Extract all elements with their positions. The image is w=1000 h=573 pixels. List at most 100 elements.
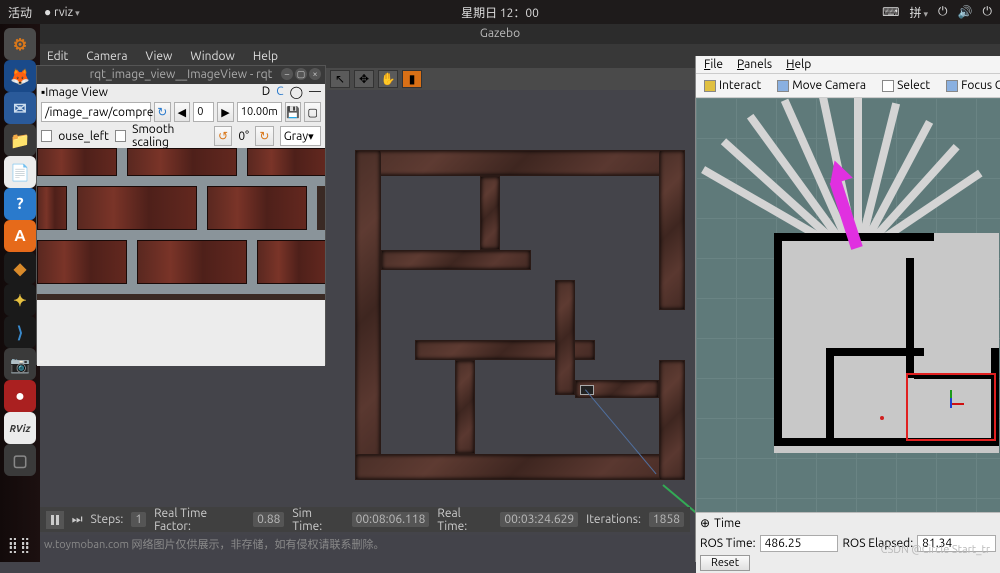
dock-min-icon[interactable]: — xyxy=(309,85,321,99)
watermark-toymoban: w.toymoban.com 网络图片仅供展示，非存储，如有侵权请联系删除。 xyxy=(44,536,384,552)
interact-icon xyxy=(704,80,716,92)
move-tool-icon[interactable]: ✥ xyxy=(354,70,374,88)
next-button[interactable]: ▶ xyxy=(217,102,234,122)
gazebo-title: Gazebo xyxy=(0,24,1000,44)
simtime-value: 00:08:06.118 xyxy=(352,512,430,527)
launcher-thunderbird[interactable]: ✉ xyxy=(4,92,36,124)
launcher-ros[interactable]: ✦ xyxy=(4,284,36,316)
colormap-combo[interactable]: Gray▾ xyxy=(280,126,321,146)
expand-icon[interactable]: ⊕ xyxy=(700,516,710,530)
rostime-field[interactable]: 486.25 xyxy=(760,535,839,552)
launcher-camera[interactable]: 📷 xyxy=(4,348,36,380)
hand-tool-icon[interactable]: ✋ xyxy=(378,70,398,88)
rviz-toolbar: Interact Move Camera Select Focus Camera… xyxy=(696,74,1000,98)
launcher-help[interactable]: ? xyxy=(4,188,36,220)
menu-view[interactable]: View xyxy=(146,50,173,63)
select-icon xyxy=(882,80,894,92)
iv-titlebar[interactable]: rqt_image_view__ImageView - rqt – ▢ × xyxy=(37,66,325,84)
minimize-icon[interactable]: – xyxy=(281,68,293,80)
time-header: Time xyxy=(714,517,741,530)
iv-padding xyxy=(37,300,325,366)
dock-d-icon[interactable]: D xyxy=(262,85,270,99)
realtime-value: 00:03:24.629 xyxy=(500,512,578,527)
topic-combo[interactable]: /image_raw/compre:▾ xyxy=(41,102,151,122)
image-view-window: rqt_image_view__ImageView - rqt – ▢ × ▪I… xyxy=(36,65,326,365)
dock-c-icon[interactable]: C xyxy=(276,85,283,99)
launcher-settings[interactable]: ⚙ xyxy=(4,28,36,60)
launcher-rviz[interactable]: RViz xyxy=(4,412,36,444)
launcher-firefox[interactable]: 🦊 xyxy=(4,60,36,92)
step-icon[interactable]: ⏭ xyxy=(72,513,83,527)
refresh-button[interactable]: ↻ xyxy=(154,102,171,122)
watermark-csdn: CSDN @Circle Start_tr xyxy=(881,544,990,556)
ime-indicator[interactable]: 拼▾ xyxy=(910,4,929,21)
clock[interactable]: 星期日 12：00 xyxy=(461,4,539,21)
robot-model xyxy=(941,398,961,410)
launcher-vscode[interactable]: ⟩ xyxy=(4,316,36,348)
close-icon[interactable]: × xyxy=(309,68,321,80)
activities-button[interactable]: 活动 xyxy=(8,4,32,21)
maximize-icon[interactable]: ▢ xyxy=(295,68,307,80)
reset-button[interactable]: Reset xyxy=(700,555,750,571)
network-icon[interactable]: ⏻ xyxy=(938,5,948,19)
launcher-software[interactable]: A xyxy=(4,220,36,252)
smooth-label: Smooth scaling xyxy=(132,123,208,149)
rtf-value: 0.88 xyxy=(253,512,284,527)
steps-label: Steps: xyxy=(91,513,124,526)
launcher-gazebo[interactable]: ◆ xyxy=(4,252,36,284)
rotate-ccw-button[interactable]: ↺ xyxy=(214,126,233,146)
menu-window[interactable]: Window xyxy=(190,50,234,63)
dist-field[interactable]: 10.00m xyxy=(237,102,282,122)
rtf-label: Real Time Factor: xyxy=(154,507,245,533)
mouse-left-label: ouse_left xyxy=(58,130,109,143)
arrow-tool-icon[interactable]: ↖ xyxy=(330,70,350,88)
light-tool-icon[interactable]: ▮ xyxy=(402,70,422,88)
rostime-label: ROS Time: xyxy=(700,537,756,550)
iv-header: ▪Image View D C ◯ — xyxy=(37,84,325,100)
keyboard-icon[interactable]: ⌨ xyxy=(882,5,899,19)
simtime-label: Sim Time: xyxy=(292,507,343,533)
rviz-menu-help[interactable]: Help xyxy=(786,58,811,71)
folder-icon[interactable]: ▢ xyxy=(304,102,321,122)
camera-image xyxy=(37,148,325,300)
launcher-dock: ⚙🦊✉📁📄?A◆✦⟩📷●RViz▢ ⠿⠿⠿⠿ xyxy=(0,24,40,562)
rotate-cw-button[interactable]: ↻ xyxy=(255,126,274,146)
launcher-record[interactable]: ● xyxy=(4,380,36,412)
pause-button[interactable] xyxy=(46,511,64,529)
save-icon[interactable]: 💾 xyxy=(285,102,302,122)
focus-camera-tool[interactable]: Focus Camera xyxy=(942,79,1000,92)
interact-tool[interactable]: Interact xyxy=(700,79,765,92)
power-icon[interactable]: ⏻ xyxy=(983,5,993,19)
move-camera-icon xyxy=(777,80,789,92)
rviz-menubar: File Panels Help xyxy=(696,56,1000,74)
num-field[interactable]: 0 xyxy=(193,102,214,122)
deg-label: 0° xyxy=(238,130,249,143)
rviz-menu-file[interactable]: File xyxy=(704,58,723,71)
app-indicator[interactable]: ● rviz▾ xyxy=(44,5,80,19)
launcher-terminal[interactable]: ▢ xyxy=(4,444,36,476)
smooth-checkbox[interactable] xyxy=(115,130,126,142)
select-tool[interactable]: Select xyxy=(878,79,934,92)
apps-grid-icon[interactable]: ⠿⠿⠿⠿ xyxy=(8,542,33,552)
iter-label: Iterations: xyxy=(586,513,641,526)
focus-icon xyxy=(946,80,958,92)
dock-o-icon[interactable]: ◯ xyxy=(290,85,303,99)
menu-help[interactable]: Help xyxy=(253,50,278,63)
rviz-window: File Panels Help Interact Move Camera Se… xyxy=(695,56,1000,562)
mouse-left-checkbox[interactable] xyxy=(41,130,52,142)
volume-icon[interactable]: 🔊 xyxy=(958,5,973,19)
gazebo-statusbar: ⏭ Steps: 1 Real Time Factor: 0.88 Sim Ti… xyxy=(40,507,690,532)
move-camera-tool[interactable]: Move Camera xyxy=(773,79,870,92)
iv-toolbar-2: ouse_left Smooth scaling ↺ 0° ↻ Gray▾ xyxy=(37,124,325,148)
menu-camera[interactable]: Camera xyxy=(86,50,127,63)
launcher-text[interactable]: 📄 xyxy=(4,156,36,188)
point xyxy=(880,416,884,420)
menu-edit[interactable]: Edit xyxy=(47,50,68,63)
prev-button[interactable]: ◀ xyxy=(174,102,191,122)
iter-value: 1858 xyxy=(649,512,684,527)
launcher-files[interactable]: 📁 xyxy=(4,124,36,156)
iv-toolbar-1: /image_raw/compre:▾ ↻ ◀ 0 ▶ 10.00m 💾 ▢ xyxy=(37,100,325,124)
realtime-label: Real Time: xyxy=(437,507,492,533)
rviz-viewport[interactable] xyxy=(696,98,1000,512)
rviz-menu-panels[interactable]: Panels xyxy=(737,58,772,71)
